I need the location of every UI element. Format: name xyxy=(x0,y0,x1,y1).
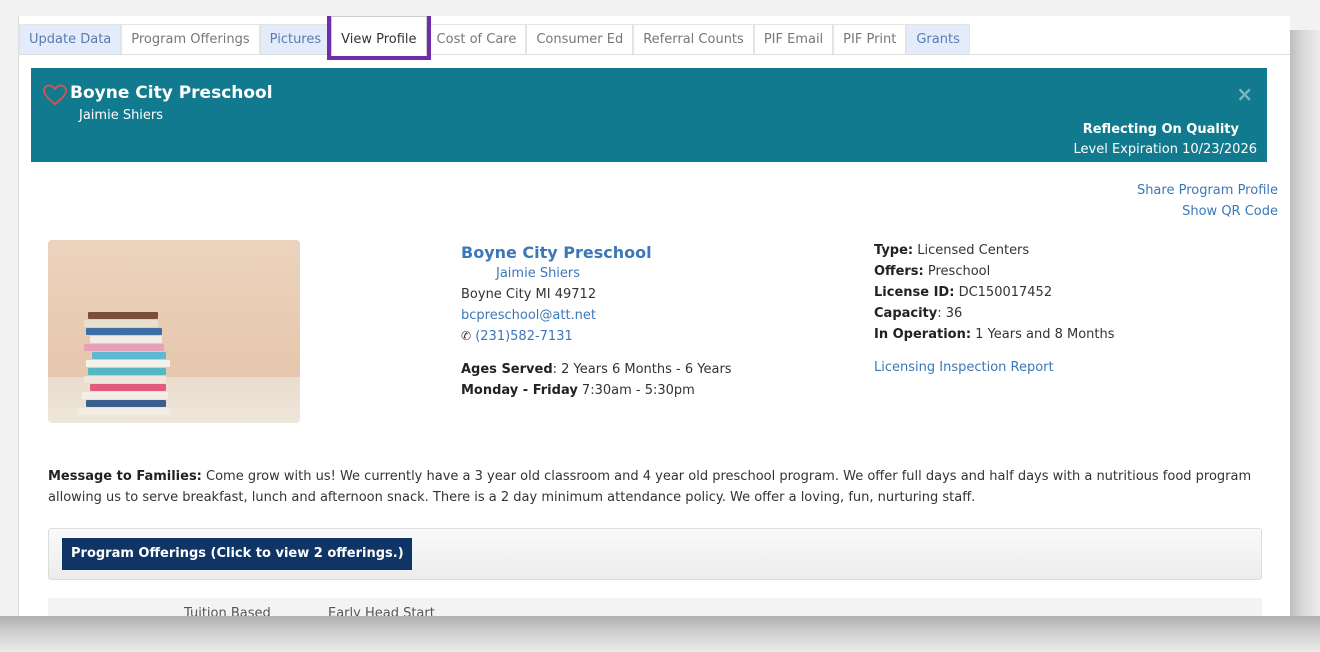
program-offerings-panel: Program Offerings (Click to view 2 offer… xyxy=(48,528,1262,580)
email-link[interactable]: bcpreschool@att.net xyxy=(461,308,596,323)
capacity: Capacity: 36 xyxy=(874,306,963,321)
level-expiration: Level Expiration 10/23/2026 xyxy=(1073,142,1258,157)
program-offerings-button[interactable]: Program Offerings (Click to view 2 offer… xyxy=(62,538,412,570)
program-city: Boyne City MI 49712 xyxy=(461,287,597,302)
program-details: Type: Licensed Centers Offers: Preschool… xyxy=(874,240,1115,378)
licensing-inspection-link[interactable]: Licensing Inspection Report xyxy=(874,357,1115,378)
tab-consumer-ed[interactable]: Consumer Ed xyxy=(526,24,634,54)
profile-banner: Boyne City Preschool Jaimie Shiers × Ref… xyxy=(31,68,1267,162)
phone-icon: ✆ xyxy=(461,329,472,343)
window-shadow-right xyxy=(1290,30,1320,630)
program-offers: Offers: Preschool xyxy=(874,264,991,279)
tab-referral-counts[interactable]: Referral Counts xyxy=(633,24,754,54)
tab-pif-email[interactable]: PIF Email xyxy=(753,24,834,54)
tab-pif-print[interactable]: PIF Print xyxy=(833,24,907,54)
tab-program-offerings[interactable]: Program Offerings xyxy=(121,24,260,54)
phone-link[interactable]: (231)582-7131 xyxy=(475,329,573,344)
program-type: Type: Licensed Centers xyxy=(874,243,1030,258)
license-id: License ID: DC150017452 xyxy=(874,285,1053,300)
ages-served: Ages Served: 2 Years 6 Months - 6 Years xyxy=(461,362,732,377)
banner-program-name: Boyne City Preschool xyxy=(70,83,273,103)
tab-grants[interactable]: Grants xyxy=(906,24,970,54)
tab-pictures[interactable]: Pictures xyxy=(259,24,332,54)
contact-info: Boyne City Preschool Jaimie Shiers Boyne… xyxy=(461,242,732,401)
heart-outline-icon[interactable] xyxy=(43,84,67,106)
banner-owner-name: Jaimie Shiers xyxy=(79,108,164,123)
share-profile-link[interactable]: Share Program Profile xyxy=(1137,180,1278,201)
profile-links: Share Program Profile Show QR Code xyxy=(1137,180,1278,222)
quality-level: Reflecting On Quality xyxy=(1082,122,1239,137)
message-to-families: Message to Families: Come grow with us! … xyxy=(48,469,1252,505)
offering-early-head-start: Early Head Start xyxy=(328,606,435,616)
tab-bar: Update Data Program Offerings Pictures V… xyxy=(19,16,1290,60)
program-photo xyxy=(48,240,300,423)
tab-cost-of-care[interactable]: Cost of Care xyxy=(426,24,527,54)
show-qr-code-link[interactable]: Show QR Code xyxy=(1137,201,1278,222)
program-name[interactable]: Boyne City Preschool xyxy=(461,242,732,263)
owner-name[interactable]: Jaimie Shiers xyxy=(461,263,732,284)
hours: Monday - Friday 7:30am - 5:30pm xyxy=(461,383,695,398)
app-frame: Update Data Program Offerings Pictures V… xyxy=(18,16,1290,616)
tab-view-profile[interactable]: View Profile xyxy=(327,16,431,60)
window-shadow-bottom xyxy=(0,616,1320,652)
offering-tuition-based: Tuition Based xyxy=(184,606,271,616)
offerings-row: Tuition Based Early Head Start xyxy=(48,598,1262,616)
close-icon[interactable]: × xyxy=(1236,82,1253,106)
tab-update-data[interactable]: Update Data xyxy=(19,24,122,54)
in-operation: In Operation: 1 Years and 8 Months xyxy=(874,327,1115,342)
